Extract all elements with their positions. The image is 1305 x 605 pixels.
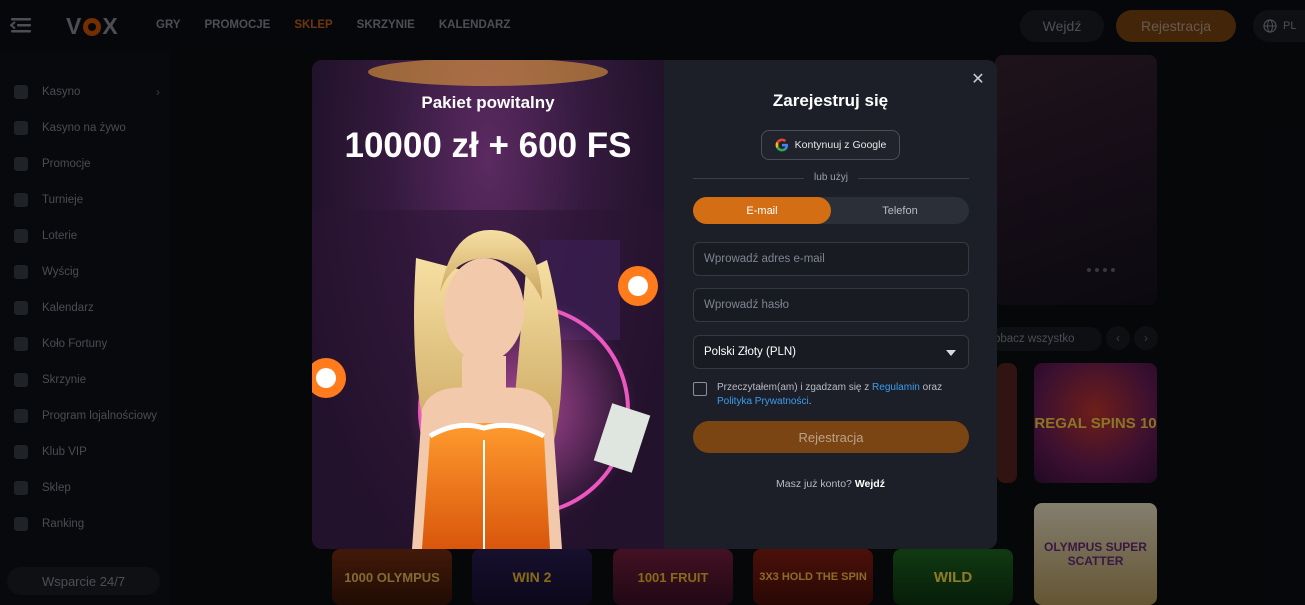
currency-value: Polski Złoty (PLN) (704, 346, 797, 358)
welcome-promo-panel: Pakiet powitalny 10000 zł + 600 FS (312, 60, 664, 549)
google-button-label: Kontynuuj z Google (794, 139, 887, 151)
currency-select[interactable]: Polski Złoty (PLN) (693, 335, 969, 369)
terms-text: Przeczytałem(am) i zgadzam się z Regulam… (717, 381, 973, 409)
login-prompt: Masz już konto? Wejdź (664, 478, 997, 490)
terms-middle: oraz (919, 382, 943, 393)
password-field[interactable]: Wprowadź hasło (693, 288, 969, 322)
register-submit-button[interactable]: Rejestracja (693, 421, 969, 453)
tab-email[interactable]: E-mail (693, 197, 831, 224)
privacy-link[interactable]: Polityka Prywatności (717, 396, 809, 407)
terms-checkbox[interactable] (693, 382, 707, 396)
terms-row: Przeczytałem(am) i zgadzam się z Regulam… (693, 381, 973, 409)
close-icon[interactable]: ✕ (970, 72, 986, 88)
have-account-text: Masz już konto? (776, 478, 855, 490)
terms-suffix: . (808, 396, 812, 407)
or-label: lub użyj (804, 172, 858, 183)
google-icon (775, 138, 788, 152)
promo-headline: 10000 zł + 600 FS (344, 126, 632, 165)
terms-link[interactable]: Regulamin (872, 382, 920, 393)
promo-subtitle: Pakiet powitalny (421, 93, 555, 112)
terms-prefix: Przeczytałem(am) i zgadzam się z (717, 382, 873, 393)
caret-down-icon (946, 350, 956, 356)
signup-method-tabs: E-mail Telefon (693, 197, 969, 224)
registration-form: ✕ Zarejestruj się Kontynuuj z Google lub… (664, 60, 997, 549)
google-signin-button[interactable]: Kontynuuj z Google (761, 130, 900, 160)
email-field[interactable]: Wprowadź adres e-mail (693, 242, 969, 276)
form-title: Zarejestruj się (772, 91, 889, 110)
registration-modal: Pakiet powitalny 10000 zł + 600 FS ✕ Zar… (312, 60, 997, 549)
login-link[interactable]: Wejdź (855, 478, 885, 490)
tab-phone[interactable]: Telefon (831, 197, 969, 224)
